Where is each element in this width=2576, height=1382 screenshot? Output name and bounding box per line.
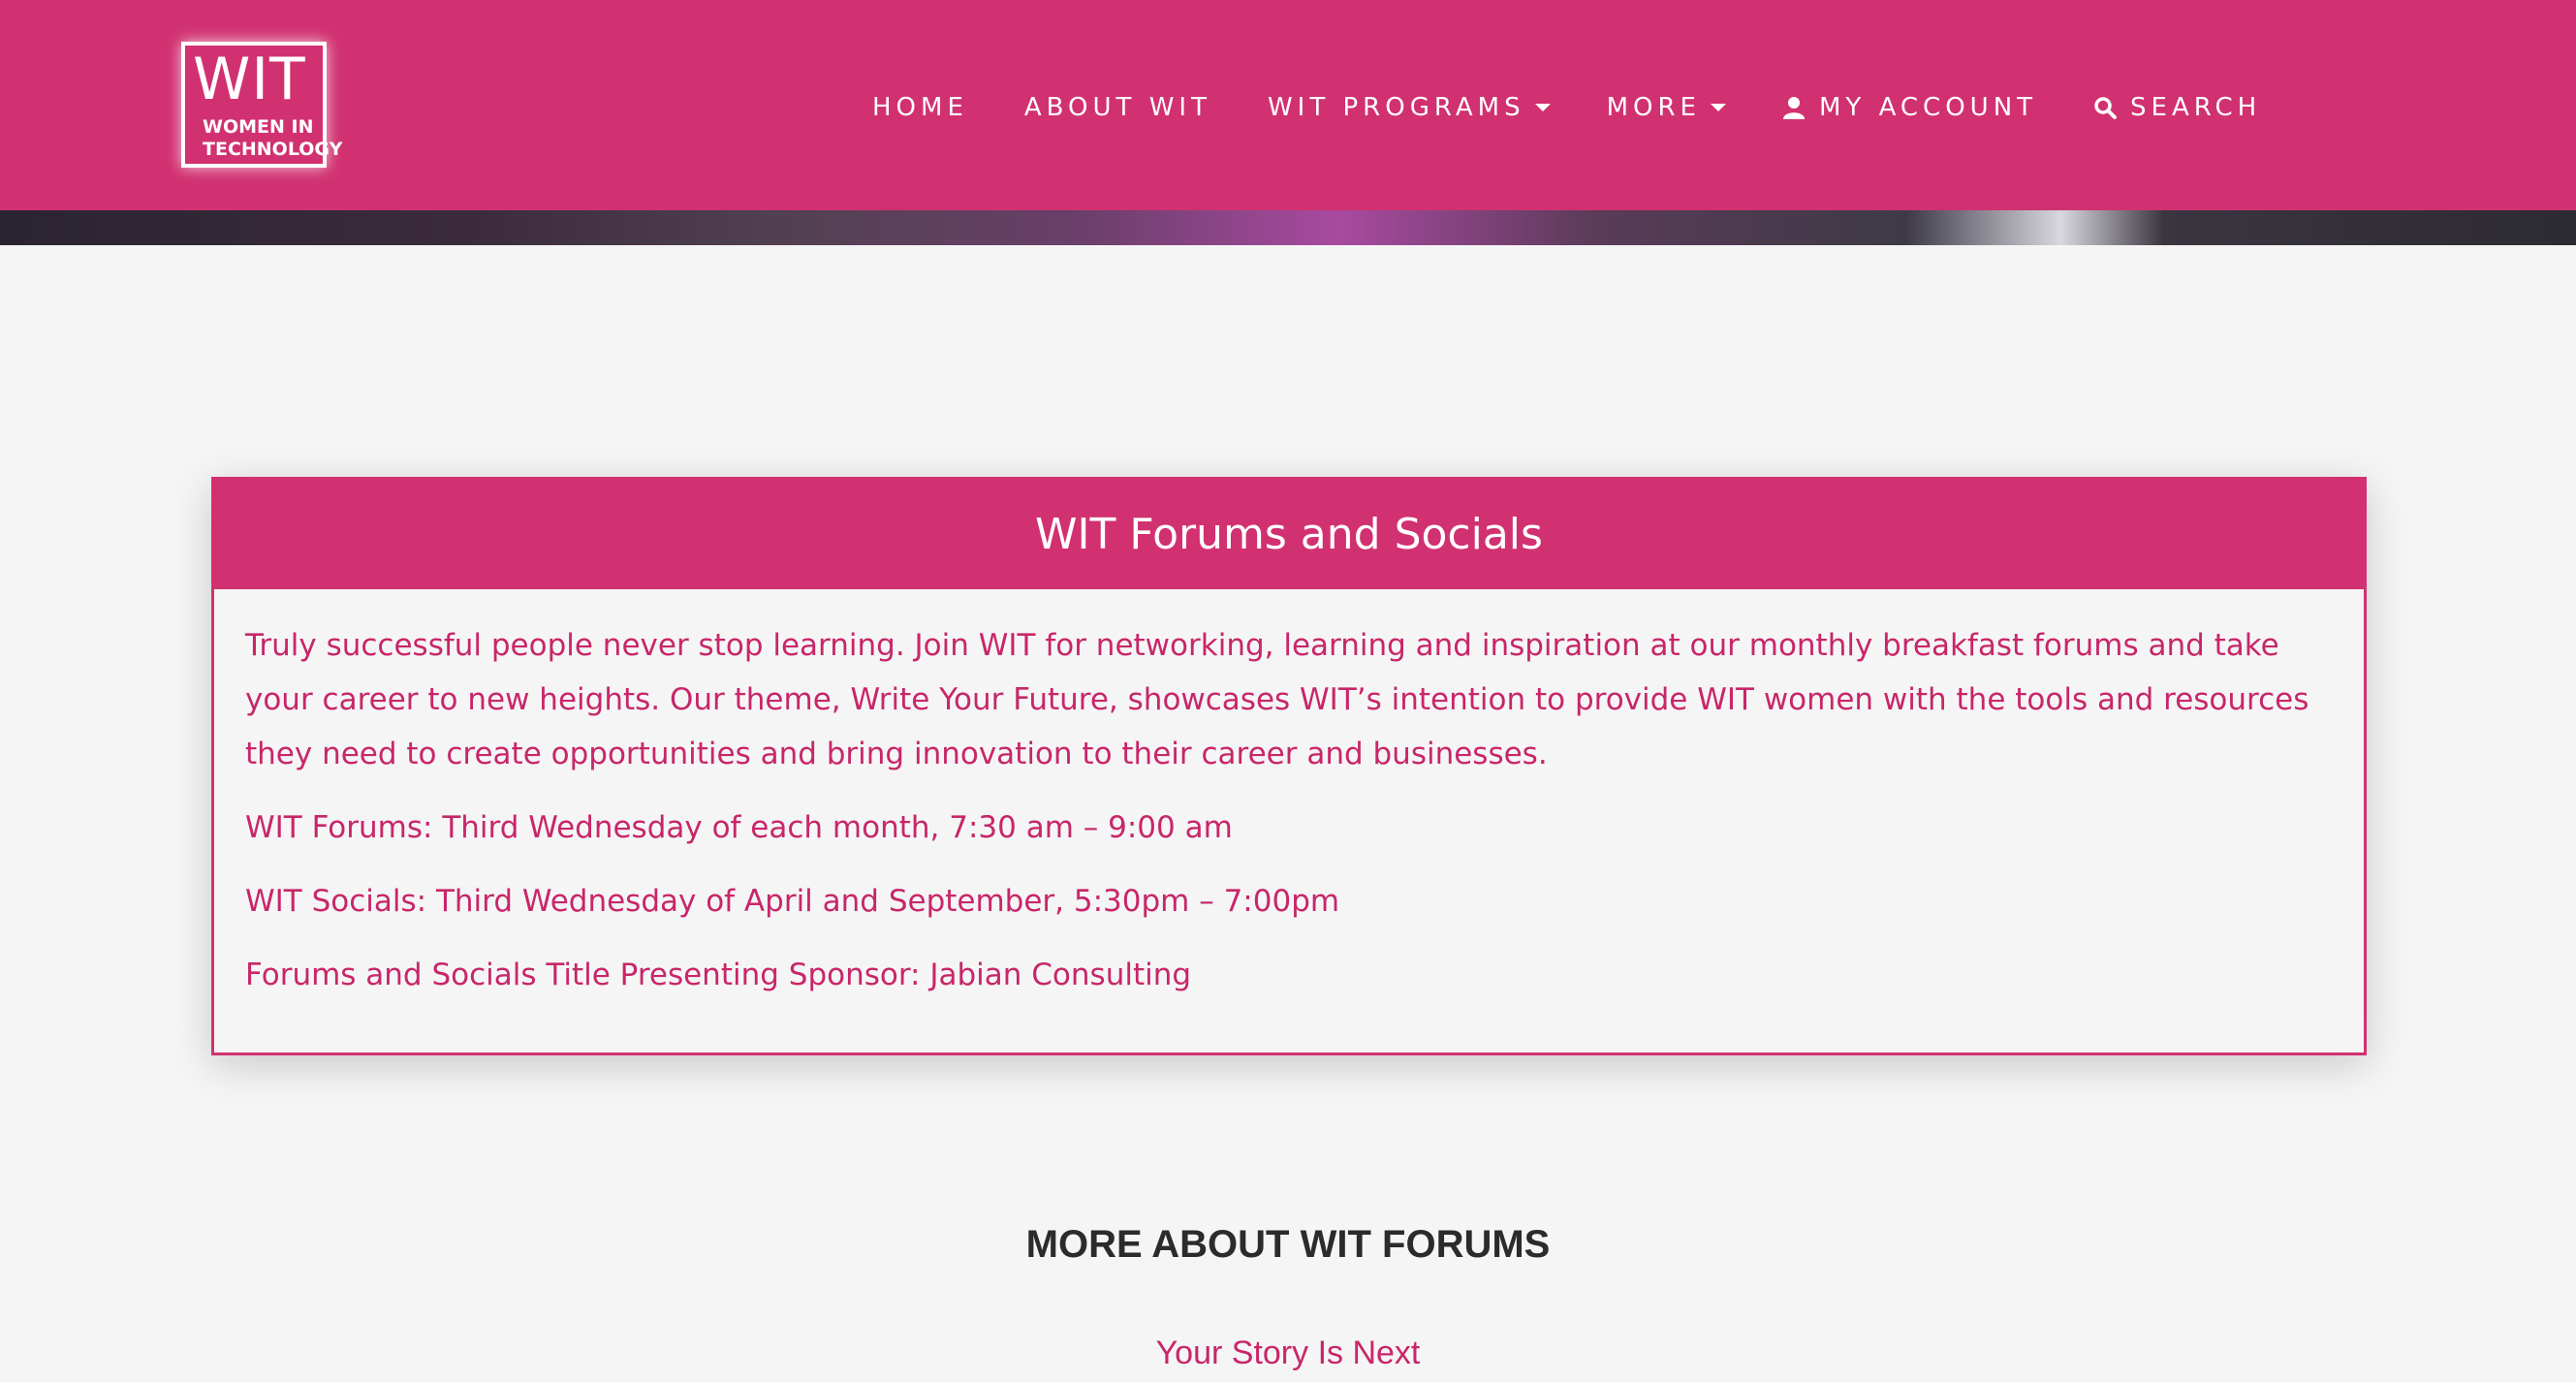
site-header: WIT WOMEN IN TECHNOLOGY HOME ABOUT WIT W…	[0, 0, 2576, 210]
logo-tagline-line2: TECHNOLOGY	[203, 139, 343, 160]
card-title: WIT Forums and Socials	[214, 480, 2364, 589]
nav-search[interactable]: SEARCH	[2093, 87, 2261, 128]
nav-account-label: MY ACCOUNT	[1818, 93, 2038, 122]
nav-about-wit[interactable]: ABOUT WIT	[1024, 87, 1211, 128]
nav-home[interactable]: HOME	[872, 87, 968, 128]
nav-wit-programs[interactable]: WIT PROGRAMS	[1268, 87, 1551, 128]
nav-more-label: MORE	[1606, 93, 1701, 122]
nav-more[interactable]: MORE	[1607, 87, 1726, 128]
nav-programs-label: WIT PROGRAMS	[1267, 93, 1525, 122]
your-story-link[interactable]: Your Story Is Next	[0, 1332, 2576, 1374]
section-heading: MORE ABOUT WIT FORUMS	[1025, 1223, 1551, 1266]
nav-about-label: ABOUT WIT	[1023, 93, 1211, 122]
hero-image	[0, 210, 2576, 245]
chevron-down-icon	[1710, 104, 1726, 111]
wit-logo[interactable]: WIT WOMEN IN TECHNOLOGY	[181, 42, 342, 168]
main-nav: HOME ABOUT WIT WIT PROGRAMS MORE MY ACCO…	[872, 87, 2261, 128]
forums-schedule-text: WIT Forums: Third Wednesday of each mont…	[245, 810, 1233, 845]
sponsor-text: Forums and Socials Title Presenting Spon…	[245, 958, 1192, 992]
search-icon	[2093, 96, 2118, 119]
card-body: Truly successful people never stop learn…	[214, 589, 2364, 1002]
card-intro-text: Truly successful people never stop learn…	[245, 628, 2309, 771]
nav-my-account[interactable]: MY ACCOUNT	[1782, 87, 2037, 128]
nav-home-label: HOME	[872, 93, 968, 122]
logo-wordmark: WIT	[193, 46, 306, 113]
socials-schedule-text: WIT Socials: Third Wednesday of April an…	[245, 884, 1340, 919]
forums-card: WIT Forums and Socials Truly successful …	[211, 477, 2367, 1055]
logo-tagline-line1: WOMEN IN	[203, 116, 314, 138]
chevron-down-icon	[1534, 104, 1551, 111]
user-icon	[1782, 96, 1806, 119]
nav-search-label: SEARCH	[2130, 93, 2262, 122]
